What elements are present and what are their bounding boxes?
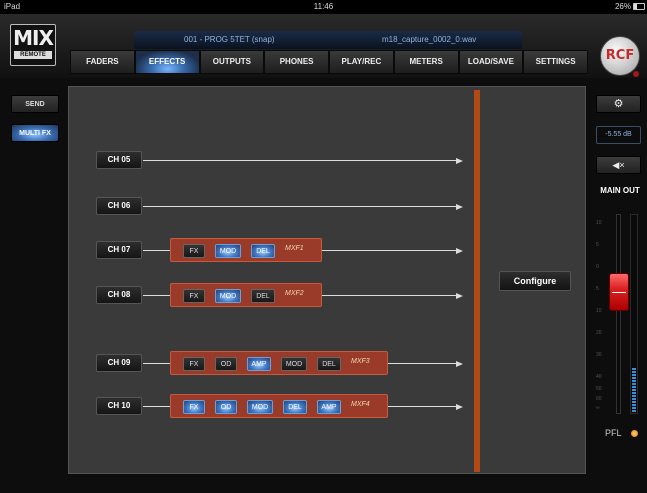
tab-meters[interactable]: METERS bbox=[393, 50, 459, 74]
fx-chain: FX MOD DEL MXF2 bbox=[170, 283, 322, 307]
arrow-right-icon bbox=[456, 203, 463, 210]
fx-preset-name: MXF2 bbox=[285, 290, 304, 297]
signal-line bbox=[322, 250, 456, 251]
main-tabs: FADERS EFFECTS OUTPUTS PHONES PLAY/REC M… bbox=[70, 50, 588, 74]
record-file-name: m18_capture_0002_0.wav bbox=[382, 35, 477, 44]
clock: 11:46 bbox=[313, 2, 334, 11]
channel-9-label[interactable]: CH 09 bbox=[96, 354, 142, 372]
main-fader-track[interactable] bbox=[616, 214, 621, 414]
fx-preset-name: MXF3 bbox=[351, 358, 370, 365]
fx-block-od[interactable]: OD bbox=[215, 357, 237, 371]
signal-line bbox=[388, 406, 456, 407]
main-out-label: MAIN OUT bbox=[600, 186, 640, 195]
signal-line bbox=[143, 250, 170, 251]
fx-block-mod[interactable]: MOD bbox=[281, 357, 307, 371]
arrow-right-icon bbox=[456, 360, 463, 367]
channel-8-label[interactable]: CH 08 bbox=[96, 286, 142, 304]
fx-block-fx[interactable]: FX bbox=[183, 400, 205, 414]
settings-button[interactable]: ⚙ bbox=[596, 95, 641, 113]
tab-phones[interactable]: PHONES bbox=[264, 50, 329, 74]
fx-chain: FX MOD DEL MXF1 bbox=[170, 238, 322, 262]
channel-5-label[interactable]: CH 05 bbox=[96, 151, 142, 169]
fx-block-amp[interactable]: AMP bbox=[247, 357, 271, 371]
logo-remote: REMOTE bbox=[14, 51, 52, 59]
configure-button[interactable]: Configure bbox=[499, 271, 571, 291]
fx-preset-name: MXF1 bbox=[285, 245, 304, 252]
arrow-right-icon bbox=[456, 403, 463, 410]
mute-button[interactable]: ◀× bbox=[596, 156, 641, 174]
battery-icon bbox=[633, 3, 645, 10]
fx-block-mod[interactable]: MOD bbox=[215, 244, 241, 258]
multi-fx-button[interactable]: MULTI FX bbox=[11, 124, 59, 142]
tab-effects[interactable]: EFFECTS bbox=[134, 50, 200, 74]
main-out-meter bbox=[630, 214, 638, 414]
fx-bus bbox=[474, 90, 480, 472]
fx-block-mod[interactable]: MOD bbox=[215, 289, 241, 303]
fx-preset-name: MXF4 bbox=[351, 401, 370, 408]
tab-settings[interactable]: SETTINGS bbox=[523, 50, 588, 74]
signal-line bbox=[143, 363, 170, 364]
signal-line bbox=[143, 160, 456, 161]
gear-icon: ⚙ bbox=[613, 98, 624, 110]
arrow-right-icon bbox=[456, 247, 463, 254]
tab-outputs[interactable]: OUTPUTS bbox=[199, 50, 265, 74]
tab-load-save[interactable]: LOAD/SAVE bbox=[458, 50, 524, 74]
fx-block-del[interactable]: DEL bbox=[251, 289, 275, 303]
status-bar: iPad 11:46 26% bbox=[0, 0, 647, 14]
fx-block-del[interactable]: DEL bbox=[283, 400, 307, 414]
main-fader-handle[interactable] bbox=[609, 273, 629, 312]
channel-7-label[interactable]: CH 07 bbox=[96, 241, 142, 259]
scene-name: 001 - PROG 5TET (snap) bbox=[184, 35, 275, 44]
signal-line bbox=[143, 406, 170, 407]
main-level-readout: -5.55 dB bbox=[596, 126, 641, 144]
channel-6-label[interactable]: CH 06 bbox=[96, 197, 142, 215]
fx-block-mod[interactable]: MOD bbox=[247, 400, 273, 414]
fx-block-od[interactable]: OD bbox=[215, 400, 237, 414]
tab-faders[interactable]: FADERS bbox=[70, 50, 135, 74]
signal-line bbox=[388, 363, 456, 364]
fx-block-del[interactable]: DEL bbox=[317, 357, 341, 371]
fader-scale: 10 5 0 5 10 20 30 40 50 60 ∞ bbox=[596, 220, 602, 411]
send-button[interactable]: SEND bbox=[11, 95, 59, 113]
pfl-indicator[interactable] bbox=[631, 430, 638, 437]
arrow-right-icon bbox=[456, 292, 463, 299]
fx-block-fx[interactable]: FX bbox=[183, 244, 205, 258]
speaker-mute-icon: ◀× bbox=[612, 160, 625, 170]
channel-10-label[interactable]: CH 10 bbox=[96, 397, 142, 415]
fx-block-amp[interactable]: AMP bbox=[317, 400, 341, 414]
signal-line bbox=[322, 295, 456, 296]
mix-remote-logo: MIX REMOTE bbox=[10, 24, 56, 66]
fx-chain: FX OD MOD DEL AMP MXF4 bbox=[170, 394, 388, 418]
arrow-right-icon bbox=[456, 157, 463, 164]
logo-mix: MIX bbox=[13, 26, 54, 50]
rcf-status-dot bbox=[633, 71, 639, 77]
pfl-label: PFL bbox=[605, 428, 622, 438]
fx-block-fx[interactable]: FX bbox=[183, 289, 205, 303]
tab-play-rec[interactable]: PLAY/REC bbox=[329, 50, 394, 74]
rcf-logo[interactable]: RCF bbox=[600, 36, 640, 76]
fx-chain: FX OD AMP MOD DEL MXF3 bbox=[170, 351, 388, 375]
fx-block-del[interactable]: DEL bbox=[251, 244, 275, 258]
signal-line bbox=[143, 295, 170, 296]
signal-line bbox=[143, 206, 456, 207]
session-info: 001 - PROG 5TET (snap) m18_capture_0002_… bbox=[134, 31, 522, 49]
fx-block-fx[interactable]: FX bbox=[183, 357, 205, 371]
battery-percent: 26% bbox=[614, 2, 631, 11]
